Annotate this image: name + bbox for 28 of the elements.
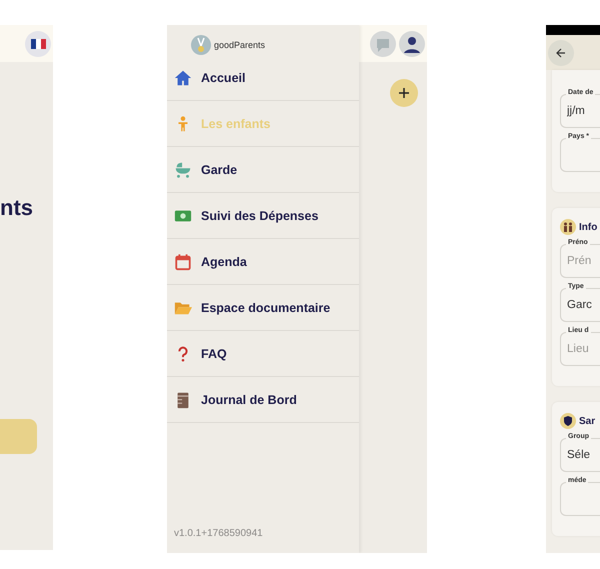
people-icon [560, 219, 576, 235]
french-flag-icon[interactable] [25, 30, 51, 56]
menu-item[interactable]: Accueil [167, 55, 359, 101]
section-title: Info [579, 222, 598, 232]
brand-name: goodParents [214, 40, 266, 50]
input-field[interactable]: Prén [560, 244, 600, 278]
status-bar [546, 25, 600, 35]
page-title: nts [0, 195, 34, 221]
logo-icon [191, 34, 211, 54]
back-button[interactable] [548, 40, 574, 66]
house-icon [174, 68, 192, 86]
menu-item[interactable]: Journal de Bord [167, 377, 359, 423]
menu-item[interactable]: Suivi des Dépenses [167, 193, 359, 239]
version-text: v1.0.1+1768590941 [173, 528, 264, 541]
menu-item[interactable]: Agenda [167, 239, 359, 285]
add-button[interactable] [390, 79, 418, 107]
plus-icon [399, 88, 409, 98]
menu-item[interactable]: Espace documentaire [167, 285, 359, 331]
section-title: Sar [579, 416, 596, 426]
back-arrow-icon [556, 48, 566, 58]
shield-icon [560, 413, 576, 429]
input-field[interactable]: Séle [560, 438, 600, 472]
calendar-icon [174, 252, 192, 270]
input-field[interactable]: Garc [560, 288, 600, 322]
menu-item[interactable]: Garde [167, 147, 359, 193]
menu-item[interactable]: FAQ [167, 331, 359, 377]
stroller-icon [174, 160, 192, 178]
avatar-icon[interactable] [399, 30, 425, 56]
